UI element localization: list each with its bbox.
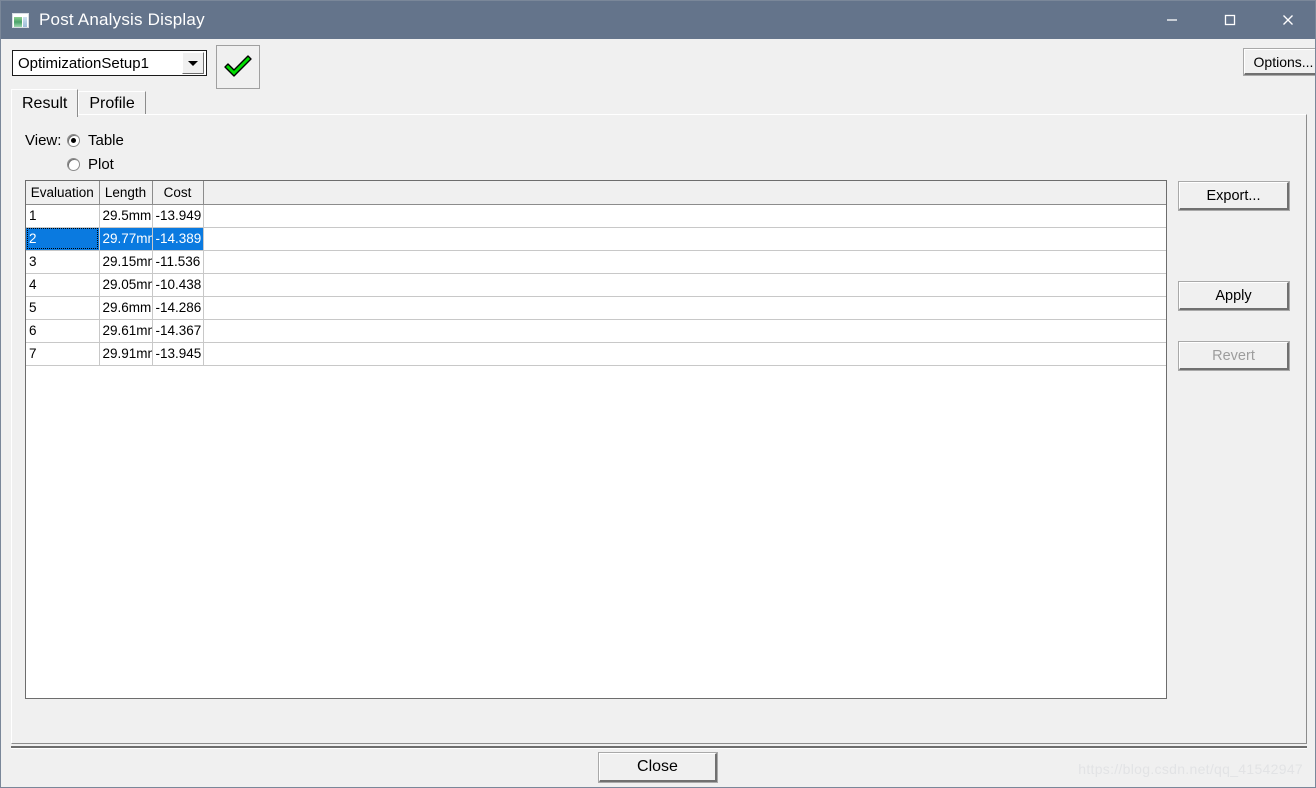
tab-strip: Result Profile: [11, 89, 146, 117]
table-body: 129.5mm-13.949229.77mm-14.389329.15mm-11…: [26, 204, 1166, 366]
table-row[interactable]: 629.61mm-14.367: [26, 319, 1166, 343]
maximize-button[interactable]: [1201, 1, 1259, 39]
window-chart-icon: [12, 12, 29, 28]
post-analysis-display-window: Post Analysis Display OptimizationSetup1…: [0, 0, 1316, 788]
window-title: Post Analysis Display: [39, 10, 205, 29]
footer-separator: [11, 746, 1307, 749]
radio-view-table-label: Table: [88, 132, 124, 149]
cell-filler: [203, 273, 1166, 297]
radio-mark-icon: [67, 158, 80, 171]
cell-cost: -14.286: [152, 296, 204, 320]
table-row[interactable]: 329.15mm-11.536: [26, 250, 1166, 274]
apply-button[interactable]: Apply: [1178, 281, 1290, 311]
cell-cost: -13.949: [152, 204, 204, 228]
export-button[interactable]: Export...: [1178, 181, 1290, 211]
table-row[interactable]: 229.77mm-14.389: [26, 227, 1166, 251]
radio-view-table[interactable]: Table: [67, 132, 124, 149]
chevron-down-icon[interactable]: [182, 52, 204, 74]
cell-cost: -10.438: [152, 273, 204, 297]
cell-filler: [203, 227, 1166, 251]
cell-evaluation: 3: [26, 250, 100, 274]
window-controls: [1143, 1, 1315, 39]
close-button[interactable]: Close: [598, 752, 718, 783]
cell-evaluation: 2: [26, 227, 100, 251]
table-row[interactable]: 5 29.6mm -14.286: [26, 296, 1166, 320]
cell-filler: [203, 204, 1166, 228]
minimize-button[interactable]: [1143, 1, 1201, 39]
radio-mark-icon: [67, 134, 80, 147]
column-header-evaluation[interactable]: Evaluation: [26, 181, 100, 205]
radio-view-plot[interactable]: Plot: [67, 156, 114, 173]
table-row[interactable]: 729.91mm-13.945: [26, 342, 1166, 366]
cell-length: 29.6mm: [99, 296, 153, 320]
tab-profile[interactable]: Profile: [78, 91, 146, 116]
cell-evaluation: 7: [26, 342, 100, 366]
table-row[interactable]: 1 29.5mm -13.949: [26, 204, 1166, 228]
watermark-text: https://blog.csdn.net/qq_41542947: [1078, 761, 1303, 777]
cell-evaluation: 1: [26, 204, 100, 228]
cell-evaluation: 5: [26, 296, 100, 320]
cell-length: 29.5mm: [99, 204, 153, 228]
cell-cost: -14.389: [152, 227, 204, 251]
title-bar: Post Analysis Display: [1, 1, 1315, 39]
cell-evaluation: 6: [26, 319, 100, 343]
cell-cost: -11.536: [152, 250, 204, 274]
setup-combo[interactable]: OptimizationSetup1: [12, 50, 207, 76]
cell-cost: -14.367: [152, 319, 204, 343]
close-window-button[interactable]: [1259, 1, 1315, 39]
cell-length: 29.91mm: [99, 342, 153, 366]
cell-length: 29.15mm: [99, 250, 153, 274]
cell-length: 29.77mm: [99, 227, 153, 251]
cell-filler: [203, 319, 1166, 343]
column-header-cost[interactable]: Cost: [152, 181, 204, 205]
cell-length: 29.05mm: [99, 273, 153, 297]
tab-result[interactable]: Result: [11, 89, 79, 117]
table-header-row: Evaluation Length Cost: [26, 181, 1166, 205]
toolbar: OptimizationSetup1: [1, 39, 1315, 95]
setup-combo-value: OptimizationSetup1: [18, 54, 149, 72]
column-header-filler: [203, 181, 1166, 205]
view-label: View:: [25, 132, 62, 149]
analyze-check-button[interactable]: [216, 45, 260, 89]
radio-view-plot-label: Plot: [88, 156, 114, 173]
cell-cost: -13.945: [152, 342, 204, 366]
options-button[interactable]: Options...: [1243, 48, 1315, 76]
results-table: Evaluation Length Cost 1 29.5mm -13.949 2 29…: [26, 181, 1166, 366]
cell-filler: [203, 296, 1166, 320]
cell-length: 29.61mm: [99, 319, 153, 343]
table-row[interactable]: 429.05mm-10.438: [26, 273, 1166, 297]
cell-filler: [203, 342, 1166, 366]
cell-filler: [203, 250, 1166, 274]
column-header-length[interactable]: Length: [99, 181, 153, 205]
revert-button: Revert: [1178, 341, 1290, 371]
cell-evaluation: 4: [26, 273, 100, 297]
green-check-icon: [224, 55, 252, 77]
results-table-container[interactable]: Evaluation Length Cost 1 29.5mm -13.949 2 29…: [25, 180, 1167, 699]
